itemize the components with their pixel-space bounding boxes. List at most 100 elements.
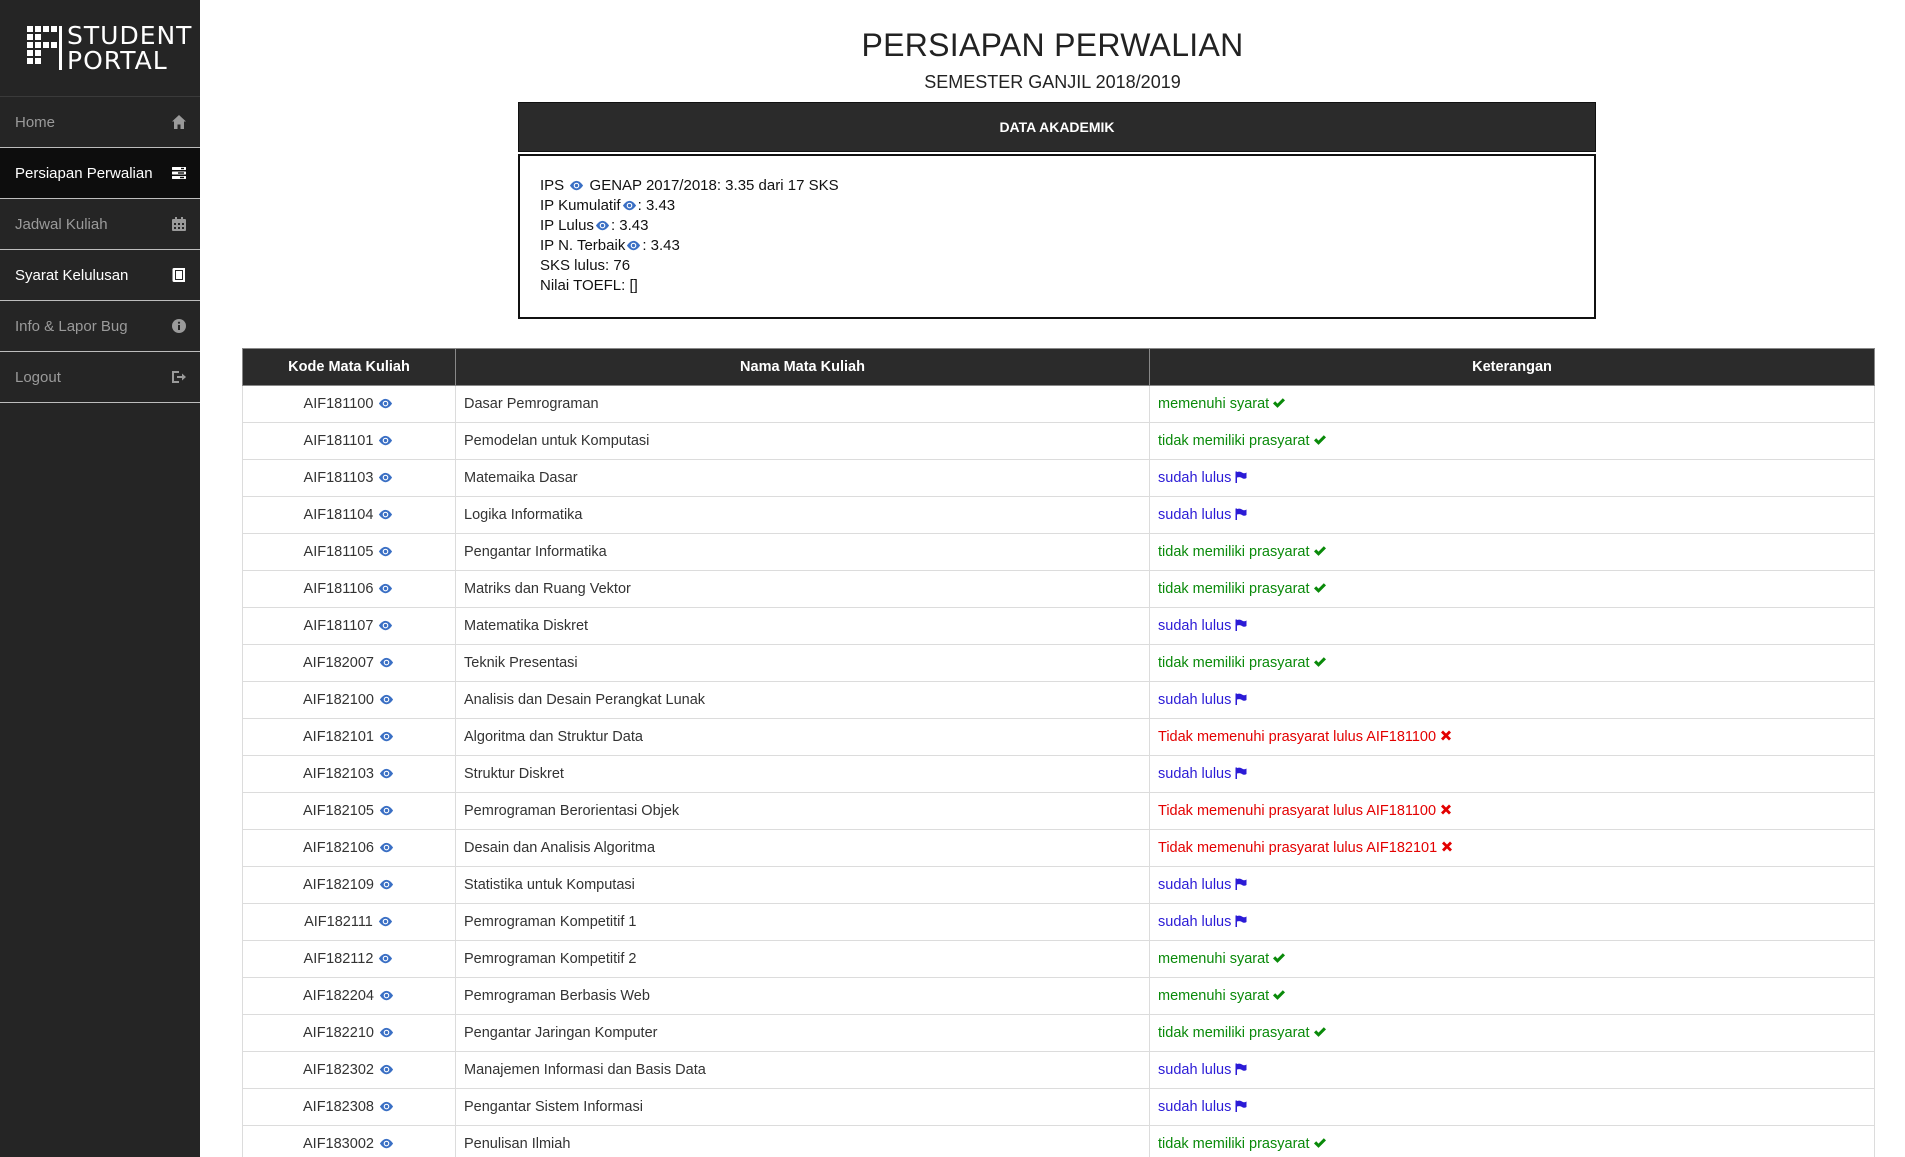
kode-text: AIF181103 (303, 470, 374, 486)
cell-keterangan: memenuhi syarat (1149, 940, 1875, 978)
nama-text: Pemrograman Berbasis Web (464, 988, 650, 1004)
eye-icon[interactable] (378, 546, 393, 557)
cell-nama: Statistika untuk Komputasi (455, 866, 1150, 904)
ips-line: IPS GENAP 2017/2018: 3.35 dari 17 SKS (540, 176, 1574, 196)
cell-kode[interactable]: AIF181105 (242, 533, 456, 571)
cell-kode[interactable]: AIF181101 (242, 422, 456, 460)
eye-icon[interactable] (378, 583, 393, 594)
sidebar-item-label: Syarat Kelulusan (15, 266, 129, 284)
status-text: sudah lulus (1158, 877, 1232, 893)
sidebar-item-persiapan-perwalian[interactable]: Persiapan Perwalian (0, 148, 200, 199)
kode-text: AIF182302 (303, 1062, 374, 1078)
nama-text: Desain dan Analisis Algoritma (464, 840, 656, 856)
cell-keterangan: tidak memiliki prasyarat (1149, 533, 1875, 571)
eye-icon[interactable] (379, 842, 394, 853)
table-row: AIF181101 Pemodelan untuk Komputasi tidak… (242, 422, 1875, 460)
cell-kode[interactable]: AIF182109 (242, 866, 456, 904)
eye-icon[interactable] (378, 953, 393, 964)
cell-nama: Pemodelan untuk Komputasi (455, 422, 1150, 460)
status-text: tidak memiliki prasyarat (1158, 1025, 1310, 1041)
cell-kode[interactable]: AIF182204 (242, 977, 456, 1015)
eye-icon[interactable] (379, 879, 394, 890)
cell-nama: Analisis dan Desain Perangkat Lunak (455, 681, 1150, 719)
nama-text: Struktur Diskret (464, 766, 564, 782)
eye-icon[interactable] (378, 472, 393, 483)
cell-kode[interactable]: AIF182308 (242, 1088, 456, 1126)
eye-icon[interactable] (622, 200, 637, 211)
eye-icon[interactable] (378, 509, 393, 520)
logo-text-line1: STUDENT (67, 21, 193, 50)
eye-icon[interactable] (595, 220, 610, 231)
cell-nama: Pemrograman Kompetitif 1 (455, 903, 1150, 941)
sidebar-item-info-lapor-bug[interactable]: Info & Lapor Bug (0, 301, 200, 352)
cell-kode[interactable]: AIF182101 (242, 718, 456, 756)
cell-kode[interactable]: AIF182112 (242, 940, 456, 978)
logo[interactable]: STUDENT PORTAL (0, 0, 200, 97)
sidebar-item-jadwal-kuliah[interactable]: Jadwal Kuliah (0, 199, 200, 250)
eye-icon[interactable] (378, 398, 393, 409)
eye-icon[interactable] (569, 180, 584, 191)
sidebar-item-home[interactable]: Home (0, 97, 200, 148)
eye-icon[interactable] (379, 805, 394, 816)
sidebar-item-label: Home (15, 113, 56, 131)
eye-icon[interactable] (626, 240, 641, 251)
sidebar-item-logout[interactable]: Logout (0, 352, 200, 403)
table-row: AIF181106 Matriks dan Ruang Vektor tidak … (242, 570, 1875, 608)
table-row: AIF182007 Teknik Presentasi tidak memilik… (242, 644, 1875, 682)
kode-text: AIF181107 (303, 618, 374, 634)
eye-icon[interactable] (379, 657, 394, 668)
cell-nama: Teknik Presentasi (455, 644, 1150, 682)
status-text: sudah lulus (1158, 470, 1232, 486)
data-akademik-header: DATA AKADEMIK (518, 102, 1596, 152)
status-text: memenuhi syarat (1158, 951, 1270, 967)
status-text: tidak memiliki prasyarat (1158, 544, 1310, 560)
status-text: sudah lulus (1158, 507, 1232, 523)
cross-icon (1442, 841, 1453, 852)
cell-kode[interactable]: AIF181103 (242, 459, 456, 497)
sidebar-item-label: Jadwal Kuliah (15, 215, 108, 233)
cell-kode[interactable]: AIF181100 (242, 385, 456, 423)
status-text: sudah lulus (1158, 618, 1232, 634)
nama-text: Logika Informatika (464, 507, 583, 523)
cell-kode[interactable]: AIF181107 (242, 607, 456, 645)
sidebar-item-syarat-kelulusan[interactable]: Syarat Kelulusan (0, 250, 200, 301)
eye-icon[interactable] (379, 694, 394, 705)
cell-keterangan: sudah lulus (1149, 903, 1875, 941)
eye-icon[interactable] (379, 1027, 394, 1038)
eye-icon[interactable] (379, 768, 394, 779)
kode-text: AIF181106 (303, 581, 374, 597)
cell-nama: Pemrograman Kompetitif 2 (455, 940, 1150, 978)
nama-text: Pemodelan untuk Komputasi (464, 433, 650, 449)
cell-kode[interactable]: AIF182105 (242, 792, 456, 830)
cell-keterangan: Tidak memenuhi prasyarat lulus AIF182101 (1149, 829, 1875, 867)
cell-kode[interactable]: AIF182210 (242, 1014, 456, 1052)
nama-text: Algoritma dan Struktur Data (464, 729, 643, 745)
eye-icon[interactable] (379, 1138, 394, 1149)
cell-kode[interactable]: AIF182302 (242, 1051, 456, 1089)
table-row: AIF181103 Matemaika Dasar sudah lulus (242, 459, 1875, 497)
kode-text: AIF182210 (303, 1025, 374, 1041)
kode-text: AIF181104 (303, 507, 374, 523)
cell-nama: Manajemen Informasi dan Basis Data (455, 1051, 1150, 1089)
eye-icon[interactable] (378, 620, 393, 631)
ipl-line: IP Lulus: 3.43 (540, 216, 1574, 236)
cell-kode[interactable]: AIF181104 (242, 496, 456, 534)
eye-icon[interactable] (379, 1101, 394, 1112)
eye-icon[interactable] (379, 1064, 394, 1075)
cell-kode[interactable]: AIF183002 (242, 1125, 456, 1157)
check-icon (1313, 435, 1326, 445)
check-icon (1313, 1027, 1326, 1037)
cell-kode[interactable]: AIF182100 (242, 681, 456, 719)
eye-icon[interactable] (378, 916, 393, 927)
cell-kode[interactable]: AIF182007 (242, 644, 456, 682)
nama-text: Teknik Presentasi (464, 655, 578, 671)
cell-kode[interactable]: AIF182111 (242, 903, 456, 941)
eye-icon[interactable] (379, 990, 394, 1001)
cell-nama: Desain dan Analisis Algoritma (455, 829, 1150, 867)
eye-icon[interactable] (378, 435, 393, 446)
cell-kode[interactable]: AIF182106 (242, 829, 456, 867)
eye-icon[interactable] (379, 731, 394, 742)
cell-kode[interactable]: AIF181106 (242, 570, 456, 608)
cell-kode[interactable]: AIF182103 (242, 755, 456, 793)
table-row: AIF181107 Matematika Diskret sudah lulus (242, 607, 1875, 645)
